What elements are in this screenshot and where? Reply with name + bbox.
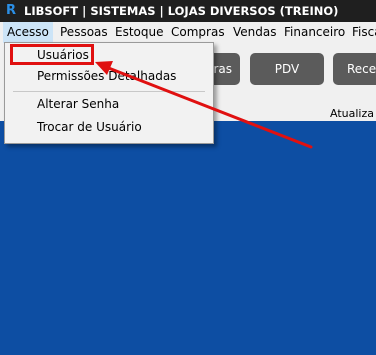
annotation-arrow-icon [95, 61, 313, 149]
